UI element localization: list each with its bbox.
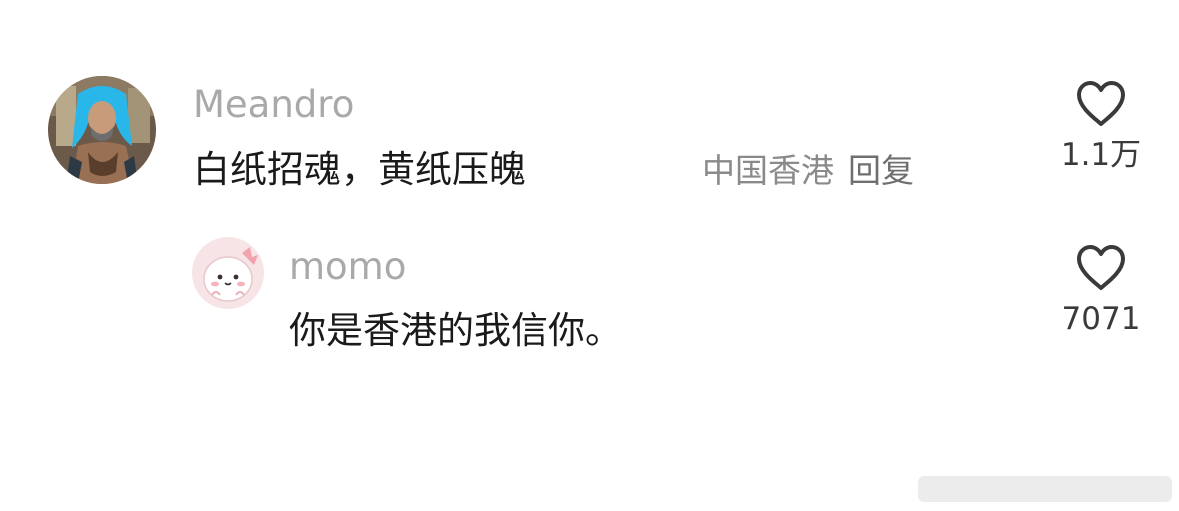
like-button[interactable]: 1.1万 bbox=[1046, 80, 1156, 174]
avatar-photo-icon bbox=[48, 76, 156, 184]
like-count: 1.1万 bbox=[1060, 137, 1142, 173]
watermark bbox=[918, 476, 1172, 502]
like-button[interactable]: 7071 bbox=[1046, 244, 1156, 338]
user-avatar[interactable] bbox=[48, 76, 156, 184]
user-avatar[interactable] bbox=[192, 237, 264, 309]
like-count: 7071 bbox=[1061, 301, 1141, 337]
avatar-cartoon-icon bbox=[192, 237, 264, 309]
reply-item: momo 你是香港的我信你。 7071 bbox=[0, 220, 1179, 380]
comment-meta: 中国香港 回复 bbox=[702, 149, 914, 193]
comment-text: 白纸招魂，黄纸压魄 bbox=[193, 148, 526, 191]
comment-item: Meandro 白纸招魂，黄纸压魄 中国香港 回复 1.1万 bbox=[0, 0, 1179, 220]
heart-icon bbox=[1077, 245, 1125, 290]
username[interactable]: Meandro bbox=[193, 83, 354, 127]
location-label: 中国香港 bbox=[702, 151, 834, 190]
heart-icon bbox=[1077, 81, 1125, 126]
comment-text: 你是香港的我信你。 bbox=[289, 309, 622, 352]
reply-button[interactable]: 回复 bbox=[848, 151, 914, 190]
username[interactable]: momo bbox=[289, 245, 406, 289]
